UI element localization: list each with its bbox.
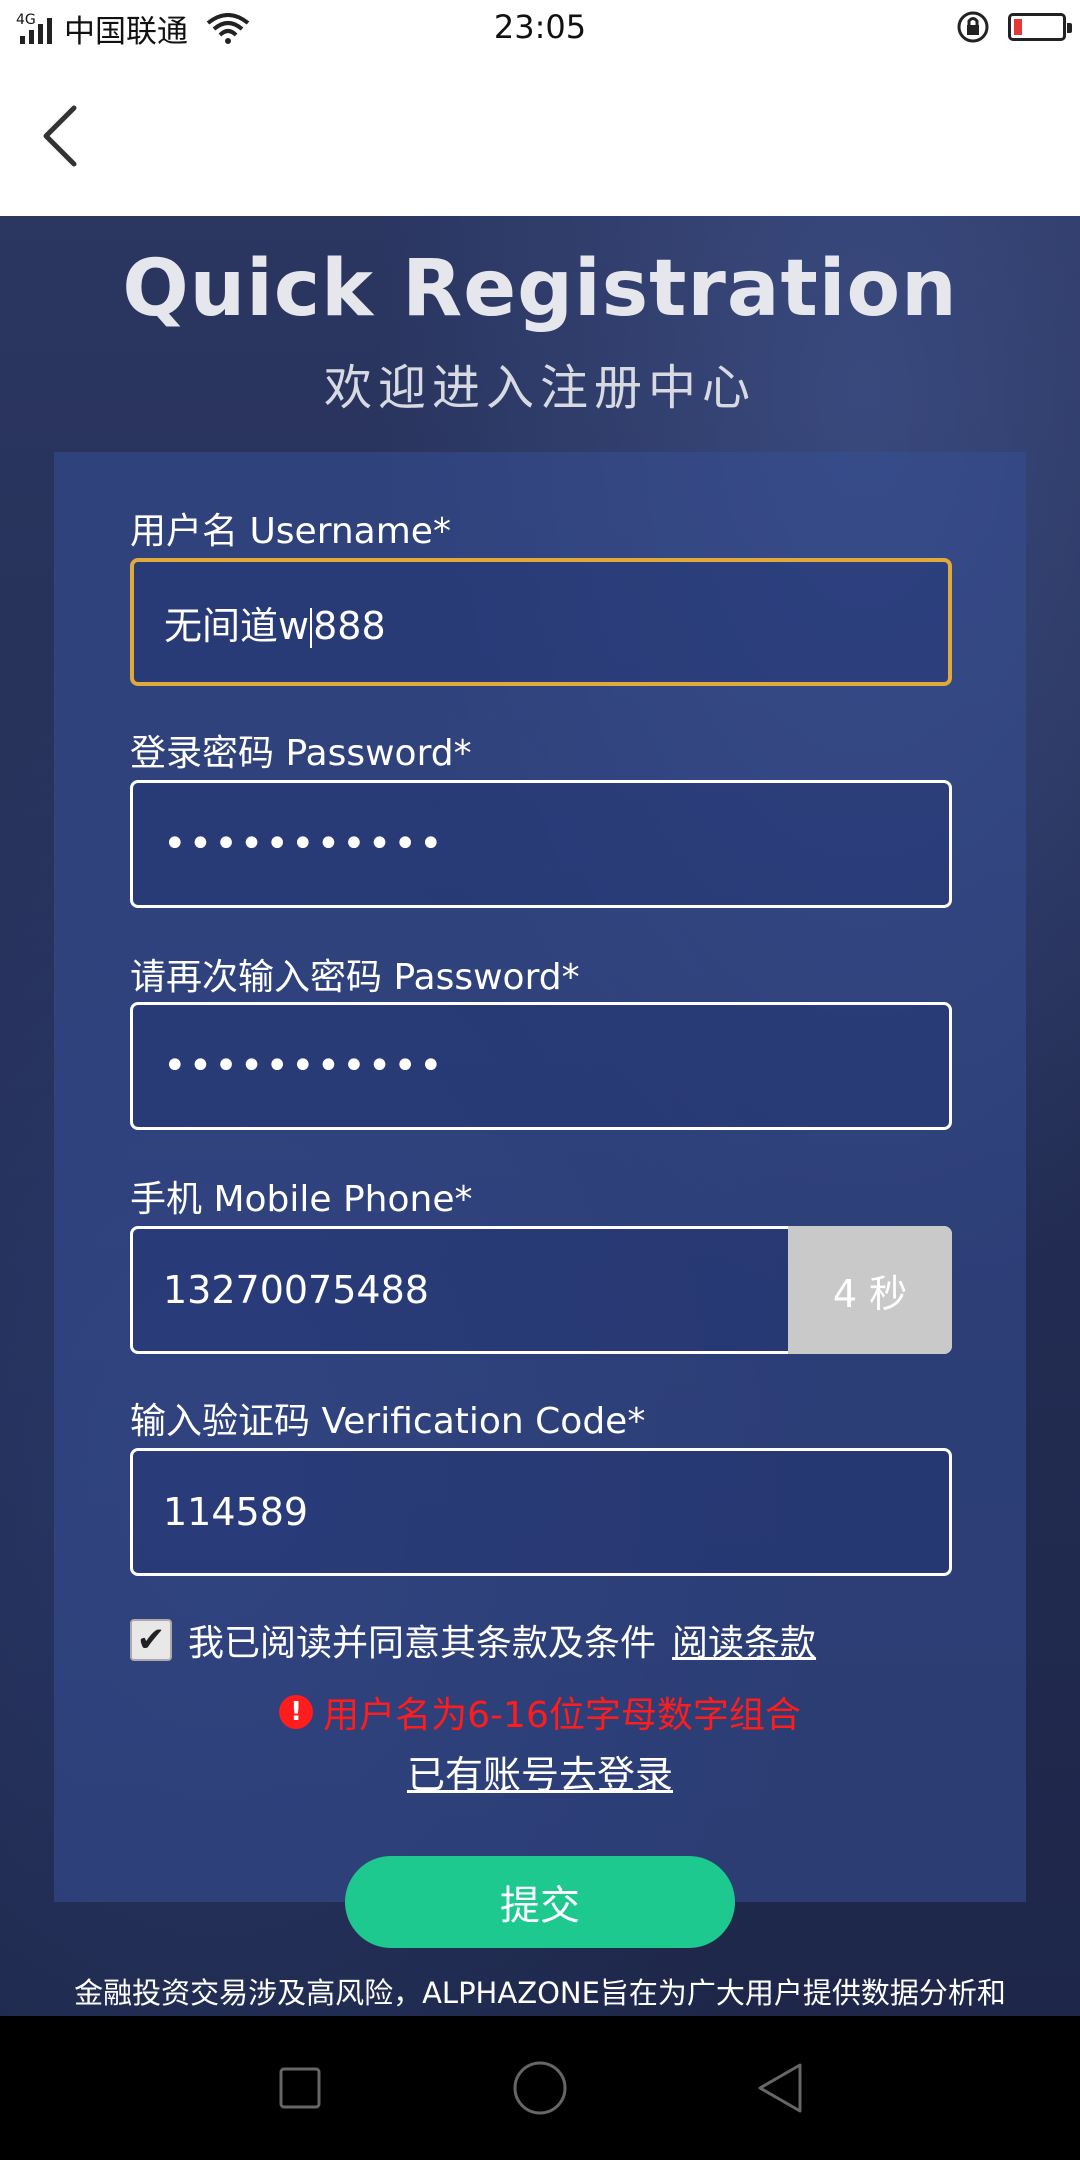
recent-apps-button[interactable]	[270, 2058, 330, 2118]
circle-icon	[513, 2061, 567, 2115]
verification-label: 输入验证码 Verification Code*	[130, 1401, 646, 1442]
password-value: •••••••••••	[163, 821, 445, 867]
back-button[interactable]	[30, 96, 90, 176]
read-terms-link[interactable]: 阅读条款	[672, 1614, 816, 1666]
agreement-text: 我已阅读并同意其条款及条件	[188, 1623, 657, 1664]
rotation-lock-icon	[957, 11, 989, 43]
chevron-left-icon	[43, 105, 77, 167]
verification-value: 114589	[163, 1490, 309, 1534]
navigation-bar	[0, 2016, 1080, 2160]
app-header	[0, 56, 1080, 216]
login-link[interactable]: 已有账号去登录	[0, 1744, 1080, 1799]
phone-label: 手机 Mobile Phone*	[130, 1179, 473, 1220]
registration-form: 用户名 Username* 无间道w 888 登录密码 Password* •••…	[54, 452, 1026, 1902]
back-nav-button[interactable]	[750, 2058, 810, 2118]
square-icon	[279, 2067, 321, 2109]
checkmark-icon: ✔	[136, 1620, 166, 1660]
agreement-row: ✔ 我已阅读并同意其条款及条件 阅读条款	[130, 1614, 816, 1666]
clock: 23:05	[493, 8, 587, 46]
password-confirm-label: 请再次输入密码 Password*	[130, 957, 580, 998]
password-confirm-input[interactable]: •••••••••••	[130, 1002, 952, 1130]
phone-value: 13270075488	[163, 1268, 429, 1312]
page-title: Quick Registration	[122, 244, 958, 334]
triangle-back-icon	[758, 2063, 802, 2113]
text-caret	[310, 608, 313, 648]
disclaimer-text: 金融投资交易涉及高风险，ALPHAZONE旨在为广大用户提供数据分析和	[74, 1976, 1006, 2010]
agreement-checkbox[interactable]: ✔	[130, 1619, 172, 1661]
registration-hero: Quick Registration 欢迎进入注册中心 用户名 Username…	[0, 216, 1080, 2016]
error-text: 用户名为6-16位字母数字组合	[323, 1695, 801, 1736]
password-label: 登录密码 Password*	[130, 733, 472, 774]
phone-input[interactable]: 13270075488 4 秒	[130, 1226, 952, 1354]
password-confirm-value: •••••••••••	[163, 1043, 445, 1089]
battery-icon	[1008, 13, 1072, 41]
username-label: 用户名 Username*	[130, 511, 451, 552]
password-input[interactable]: •••••••••••	[130, 780, 952, 908]
username-value: 无间道w 888	[164, 603, 386, 648]
battery-level	[1014, 19, 1022, 35]
status-right	[956, 10, 1072, 44]
page-subtitle: 欢迎进入注册中心	[323, 360, 756, 416]
username-input[interactable]: 无间道w 888	[130, 558, 952, 686]
send-code-button[interactable]: 4 秒	[788, 1226, 952, 1354]
status-bar: 4G 中国联通 23:05	[0, 0, 1080, 56]
error-icon: !	[279, 1695, 314, 1729]
error-message: ! 用户名为6-16位字母数字组合	[0, 1686, 1080, 1738]
verification-input[interactable]: 114589	[130, 1448, 952, 1576]
home-button[interactable]	[510, 2058, 570, 2118]
submit-button[interactable]: 提交	[345, 1856, 735, 1948]
